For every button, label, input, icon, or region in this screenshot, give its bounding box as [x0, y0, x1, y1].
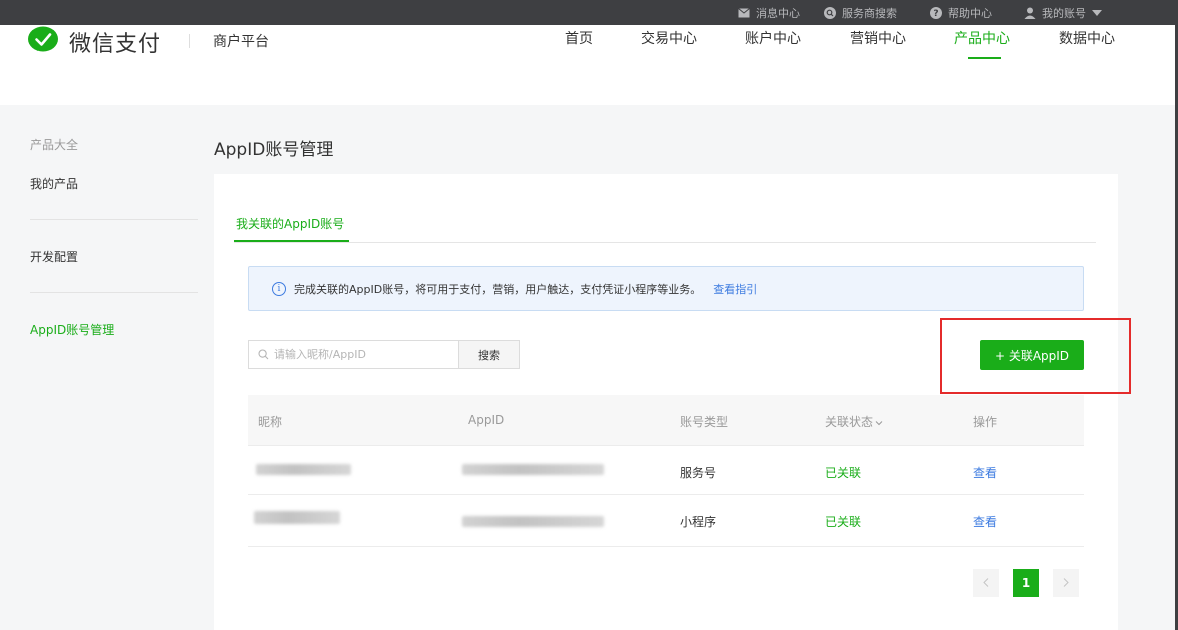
chevron-down-icon	[1092, 6, 1102, 19]
table-row-divider	[248, 494, 1084, 495]
chevron-down-icon	[875, 415, 883, 429]
view-guide-link[interactable]: 查看指引	[713, 281, 757, 297]
prev-page-button[interactable]	[973, 569, 999, 597]
row-status: 已关联	[825, 515, 862, 529]
column-header-nickname: 昵称	[258, 415, 283, 429]
message-center-label: 消息中心	[756, 6, 800, 20]
notice-text: 完成关联的AppID账号，将可用于支付，营销，用户触达，支付凭证小程序等业务。	[294, 282, 702, 296]
row-account-type: 服务号	[680, 466, 717, 480]
search-button[interactable]: 搜索	[458, 340, 520, 369]
search-field[interactable]	[248, 340, 458, 369]
column-header-appid: AppID	[468, 413, 505, 427]
next-page-button[interactable]	[1053, 569, 1079, 597]
table-row-divider	[248, 445, 1084, 446]
provider-search-link[interactable]: 服务商搜索	[824, 0, 897, 25]
top-bar: 消息中心 服务商搜索 ? 帮助中心 我的账号	[0, 0, 1178, 25]
row-account-type: 小程序	[680, 515, 717, 529]
logo-divider	[189, 34, 190, 48]
search-icon	[258, 345, 269, 364]
column-header-status-label: 关联状态	[825, 415, 874, 429]
logo-text: 微信支付	[69, 32, 162, 57]
tab-divider	[234, 242, 1096, 243]
redacted-appid	[462, 464, 604, 475]
search-icon	[824, 6, 836, 19]
page-1-button[interactable]: 1	[1013, 569, 1039, 597]
mail-icon	[738, 7, 750, 19]
row-view-link[interactable]: 查看	[973, 464, 997, 481]
chevron-right-icon	[1063, 576, 1069, 590]
tab-linked-appids[interactable]: 我关联的AppID账号	[236, 215, 344, 232]
wechat-pay-logo[interactable]: 微信支付	[28, 26, 162, 58]
wechat-pay-logo-icon	[28, 26, 60, 58]
chevron-left-icon	[983, 576, 989, 590]
row-view-link[interactable]: 查看	[973, 513, 997, 530]
sidebar-divider	[30, 292, 198, 293]
column-header-actions: 操作	[973, 415, 998, 429]
nav-data[interactable]: 数据中心	[1059, 28, 1115, 48]
row-status: 已关联	[825, 466, 862, 480]
nav-products[interactable]: 产品中心	[954, 28, 1010, 48]
message-center-link[interactable]: 消息中心	[738, 0, 800, 25]
column-header-status[interactable]: 关联状态	[825, 413, 883, 430]
info-notice: i 完成关联的AppID账号，将可用于支付，营销，用户触达，支付凭证小程序等业务…	[248, 266, 1084, 311]
my-account-menu[interactable]: 我的账号	[1024, 0, 1102, 25]
info-icon: i	[272, 281, 286, 296]
column-header-account-type: 账号类型	[680, 415, 729, 429]
help-center-label: 帮助中心	[948, 6, 992, 20]
table-header	[248, 395, 1084, 445]
nav-active-indicator	[968, 57, 1001, 59]
svg-text:?: ?	[933, 9, 938, 19]
sidebar-item-my-products[interactable]: 我的产品	[30, 175, 78, 192]
sidebar-divider	[30, 219, 198, 220]
user-icon	[1024, 7, 1036, 19]
help-center-link[interactable]: ? 帮助中心	[930, 0, 992, 25]
redacted-nickname	[256, 464, 351, 475]
search-input[interactable]	[274, 348, 444, 361]
sidebar-category: 产品大全	[30, 138, 79, 152]
redacted-appid	[462, 516, 604, 527]
nav-transactions[interactable]: 交易中心	[641, 28, 697, 48]
sidebar-item-appid-management[interactable]: AppID账号管理	[30, 321, 114, 338]
provider-search-label: 服务商搜索	[842, 6, 897, 20]
my-account-label: 我的账号	[1042, 6, 1086, 20]
redacted-nickname	[254, 511, 340, 524]
nav-marketing[interactable]: 营销中心	[850, 28, 906, 48]
nav-account[interactable]: 账户中心	[745, 28, 801, 48]
sidebar-item-dev-config[interactable]: 开发配置	[30, 248, 78, 265]
link-appid-button[interactable]: + 关联AppID	[980, 340, 1084, 370]
platform-name: 商户平台	[213, 34, 269, 50]
page-title: AppID账号管理	[214, 140, 334, 160]
nav-home[interactable]: 首页	[565, 28, 593, 48]
table-row-divider	[248, 546, 1084, 547]
help-icon: ?	[930, 6, 942, 19]
